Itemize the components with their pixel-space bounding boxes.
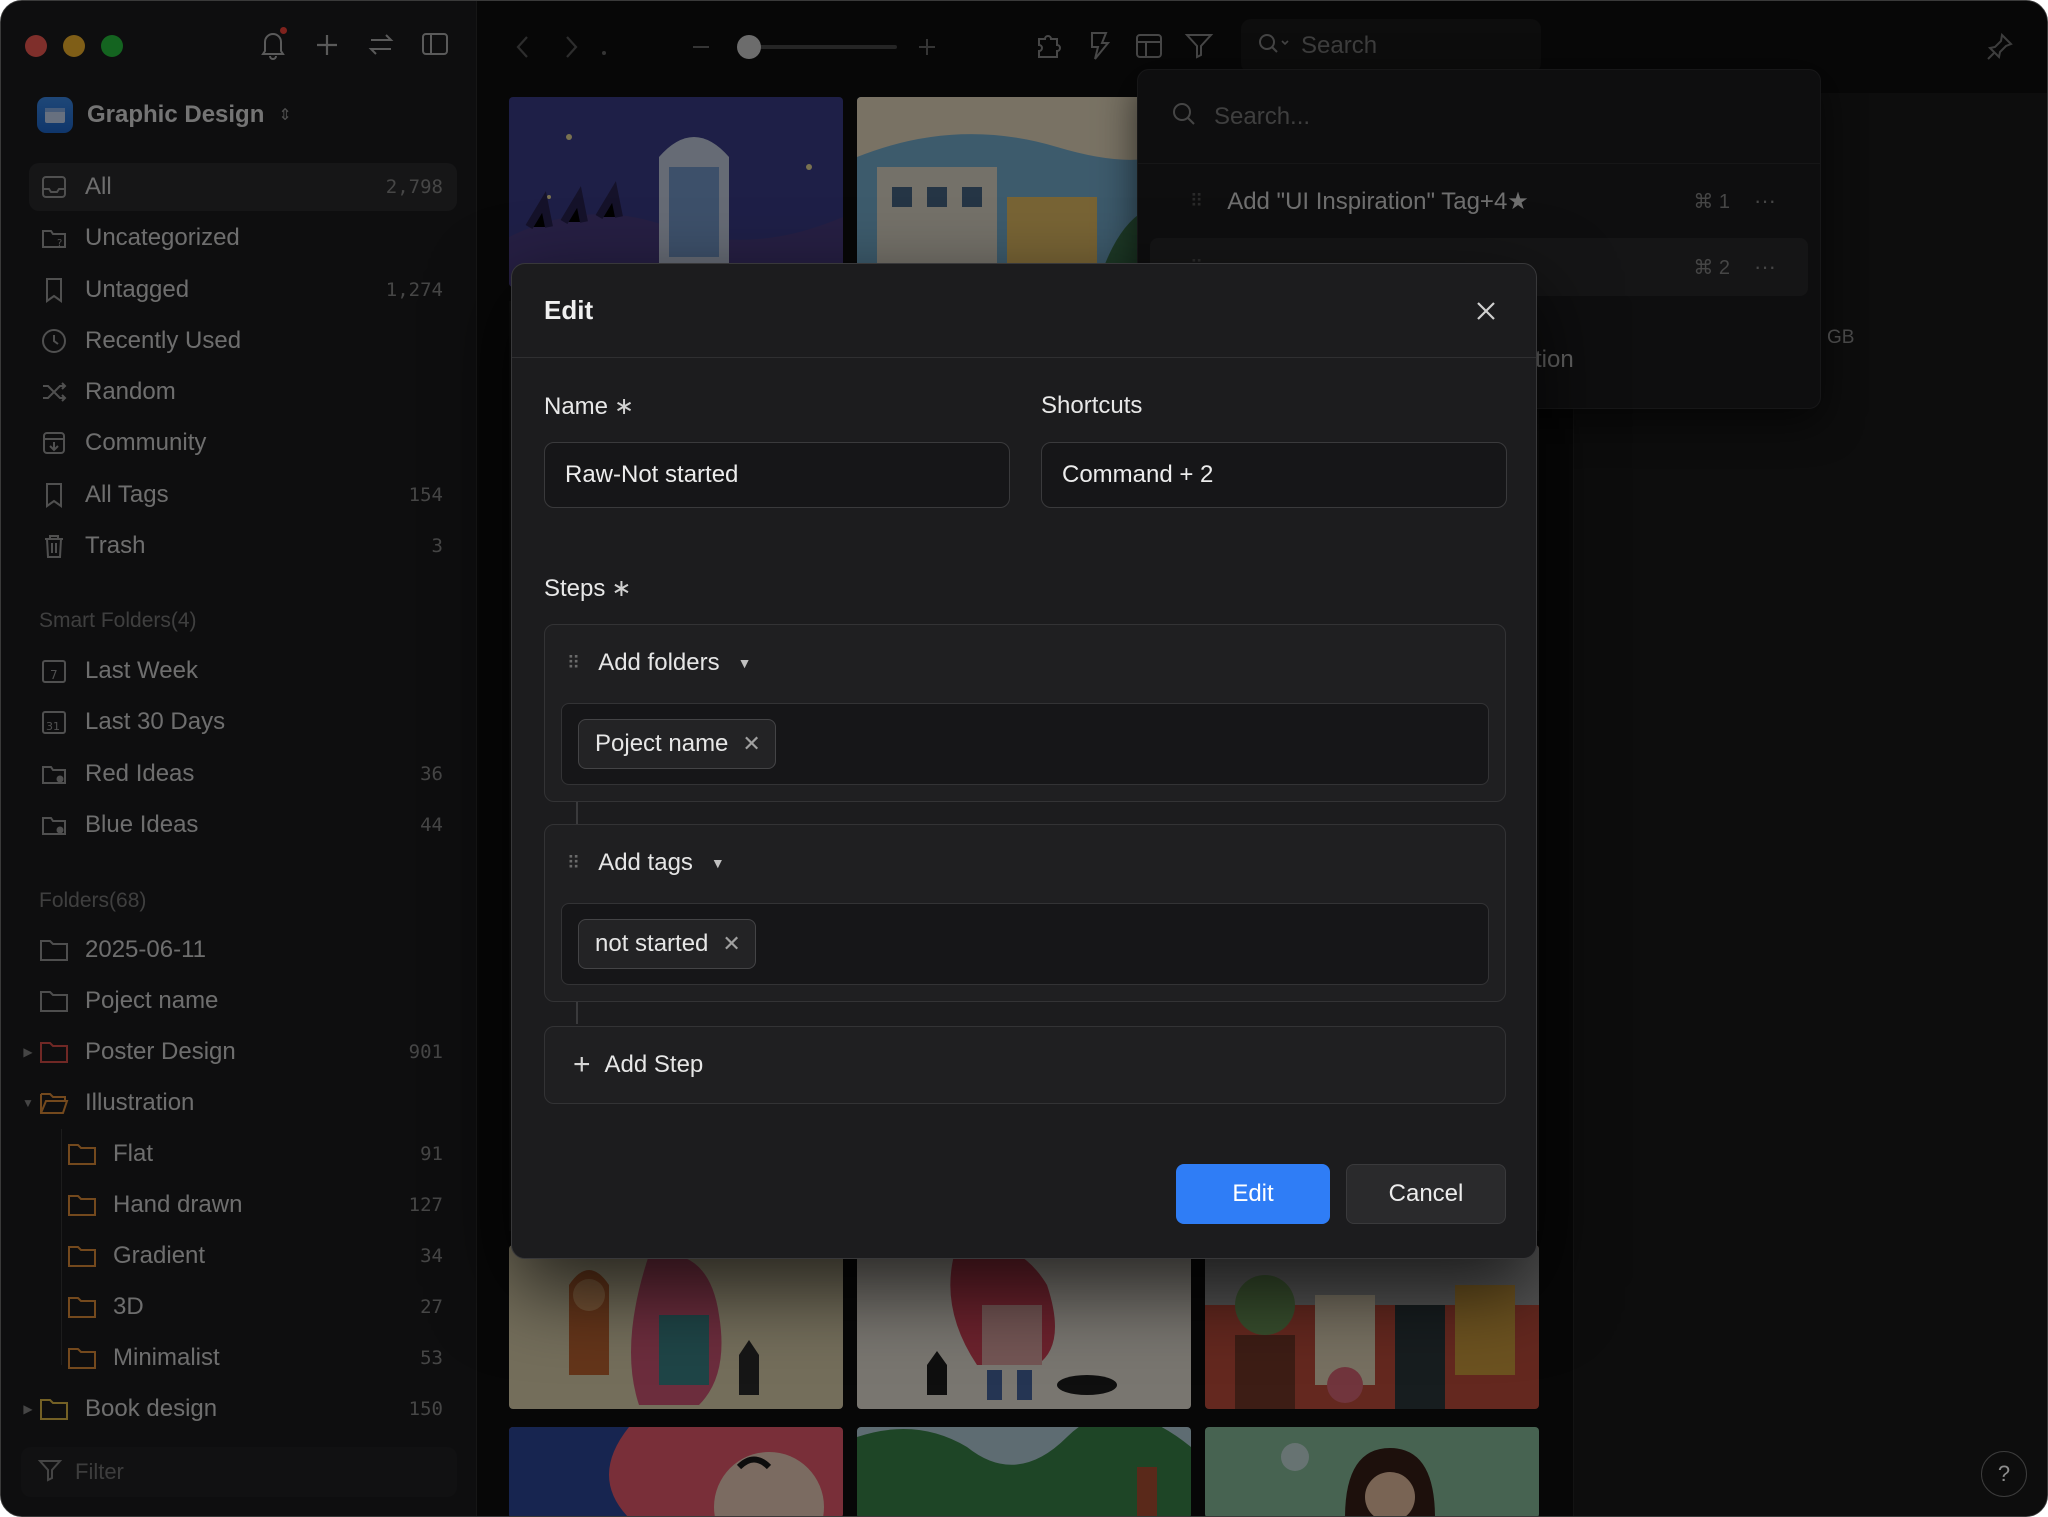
step-action-select[interactable]: ⠿ Add folders ▼ [545, 625, 1505, 701]
step-value-field[interactable]: not started ✕ [561, 903, 1489, 985]
plus-icon: + [573, 1048, 591, 1081]
step-action-select[interactable]: ⠿ Add tags ▼ [545, 825, 1505, 901]
required-mark: ∗ [614, 393, 635, 420]
name-input[interactable]: Raw-Not started [544, 442, 1010, 508]
step-card: ⠿ Add folders ▼ Poject name ✕ [544, 624, 1506, 802]
edit-confirm-button[interactable]: Edit [1176, 1164, 1330, 1224]
caret-down-icon: ▼ [737, 655, 752, 671]
step-action-label: Add tags [598, 849, 693, 876]
add-step-label: Add Step [604, 1051, 704, 1078]
step-value-field[interactable]: Poject name ✕ [561, 703, 1489, 785]
cancel-button[interactable]: Cancel [1346, 1164, 1506, 1224]
edit-action-dialog: Edit Name ∗ Raw-Not started Shortcuts Com… [511, 263, 1537, 1259]
step-connector [576, 802, 578, 824]
chip-label: Poject name [595, 730, 729, 757]
remove-chip-icon[interactable]: ✕ [722, 931, 740, 957]
dialog-title: Edit [544, 295, 594, 325]
name-label-text: Name [544, 393, 609, 420]
step-action-label: Add folders [598, 649, 720, 676]
required-mark: ∗ [611, 575, 632, 602]
folder-chip: Poject name ✕ [578, 719, 776, 769]
drag-handle-icon[interactable]: ⠿ [567, 853, 580, 874]
name-label: Name ∗ [544, 392, 634, 421]
shortcut-input[interactable]: Command + 2 [1041, 442, 1507, 508]
close-icon[interactable] [1468, 293, 1504, 329]
step-card: ⠿ Add tags ▼ not started ✕ [544, 824, 1506, 1002]
drag-handle-icon[interactable]: ⠿ [567, 653, 580, 674]
caret-down-icon: ▼ [710, 855, 725, 871]
remove-chip-icon[interactable]: ✕ [742, 731, 760, 757]
steps-label: Steps ∗ [544, 574, 631, 603]
steps-label-text: Steps [544, 575, 606, 602]
step-connector [576, 1002, 578, 1024]
chip-label: not started [595, 930, 709, 957]
shortcuts-label: Shortcuts [1041, 392, 1143, 419]
app-window: Graphic Design ⇕ All 2,798 ? Uncategoriz… [0, 0, 2048, 1517]
help-button[interactable]: ? [1981, 1451, 2027, 1497]
add-step-button[interactable]: + Add Step [544, 1026, 1506, 1104]
dialog-header: Edit [512, 264, 1536, 358]
tag-chip: not started ✕ [578, 919, 756, 969]
